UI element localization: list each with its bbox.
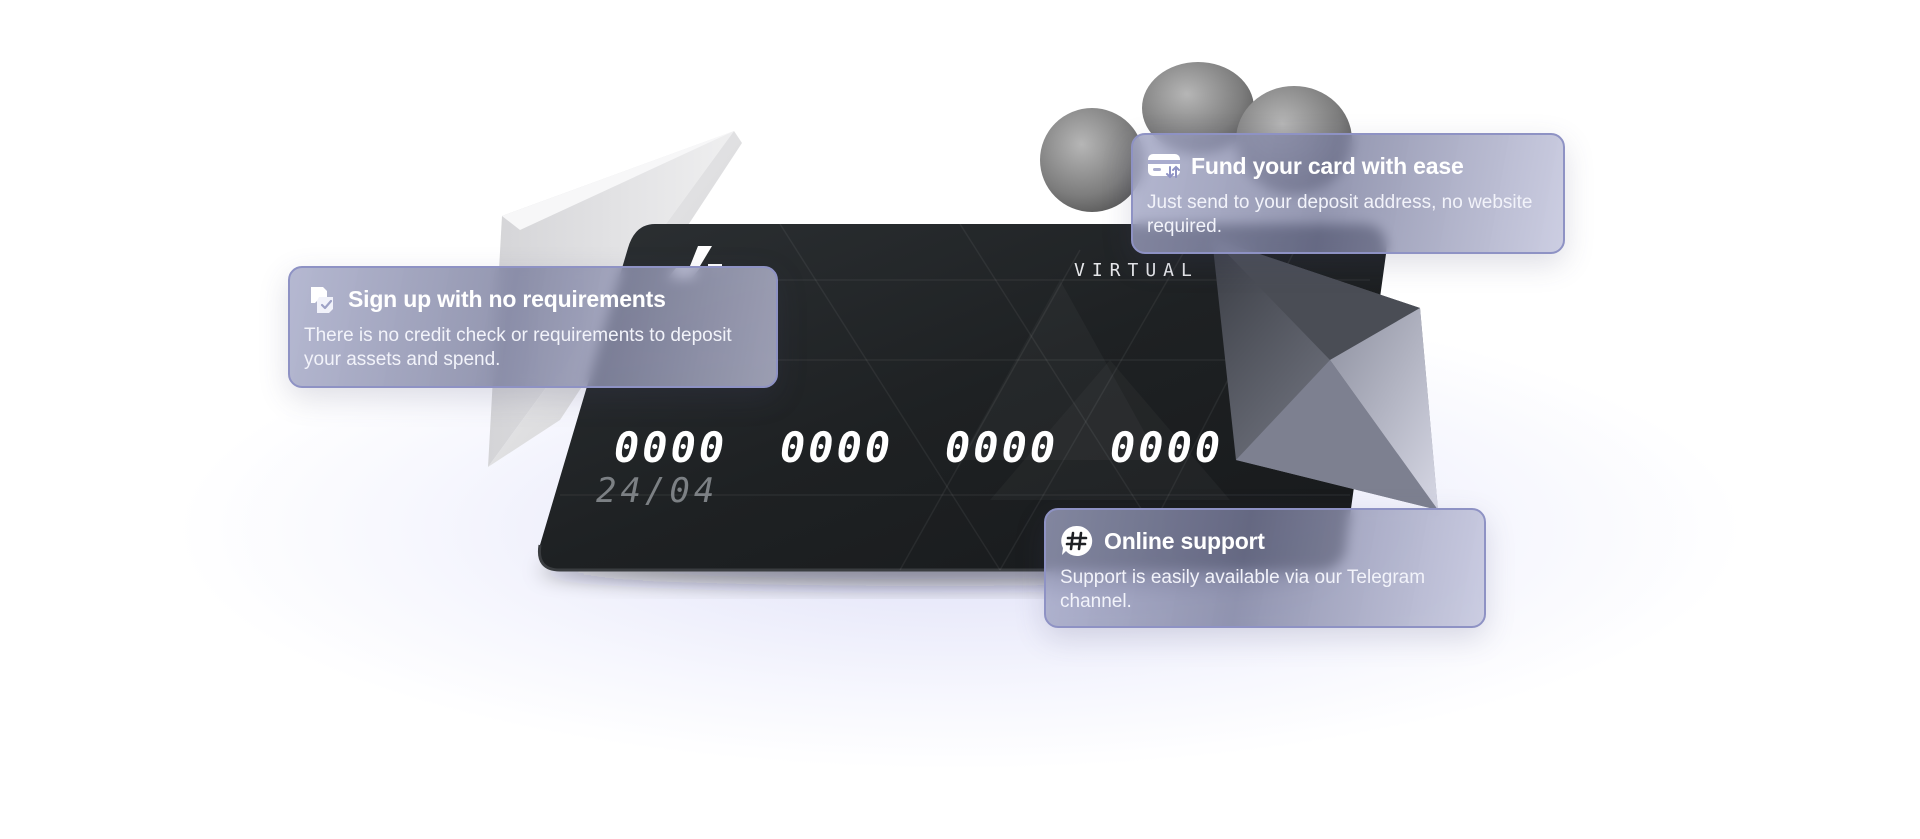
feature-description: There is no credit check or requirements… [304, 325, 732, 370]
card-type-label: VIRTUAL C [1074, 260, 1235, 281]
card-number-group-3: 0000 [945, 423, 1058, 472]
feature-description: Support is easily available via our Tele… [1060, 567, 1426, 612]
hash-chat-icon [1060, 524, 1094, 558]
feature-card-support: Online support Support is easily availab… [1044, 508, 1486, 628]
feature-card-signup: Sign up with no requirements There is no… [288, 266, 778, 388]
feature-card-fund: Fund your card with ease Just send to yo… [1131, 133, 1565, 254]
feature-title: Online support [1104, 527, 1265, 554]
card-transfer-icon [1147, 149, 1181, 183]
card-number-group-2: 0000 [780, 423, 893, 472]
card-number-group-1: 0000 [614, 423, 727, 472]
feature-description: Just send to your deposit address, no we… [1147, 192, 1533, 237]
feature-title: Sign up with no requirements [348, 285, 666, 312]
card-number-group-4: 0000 [1110, 423, 1223, 472]
card-expiry: 24/04 [596, 471, 718, 511]
feature-title: Fund your card with ease [1191, 152, 1464, 179]
hero-illustration: VIRTUAL C 0000 0000 0000 0000 24/04 [488, 62, 1438, 586]
badge-check-icon [304, 282, 338, 316]
